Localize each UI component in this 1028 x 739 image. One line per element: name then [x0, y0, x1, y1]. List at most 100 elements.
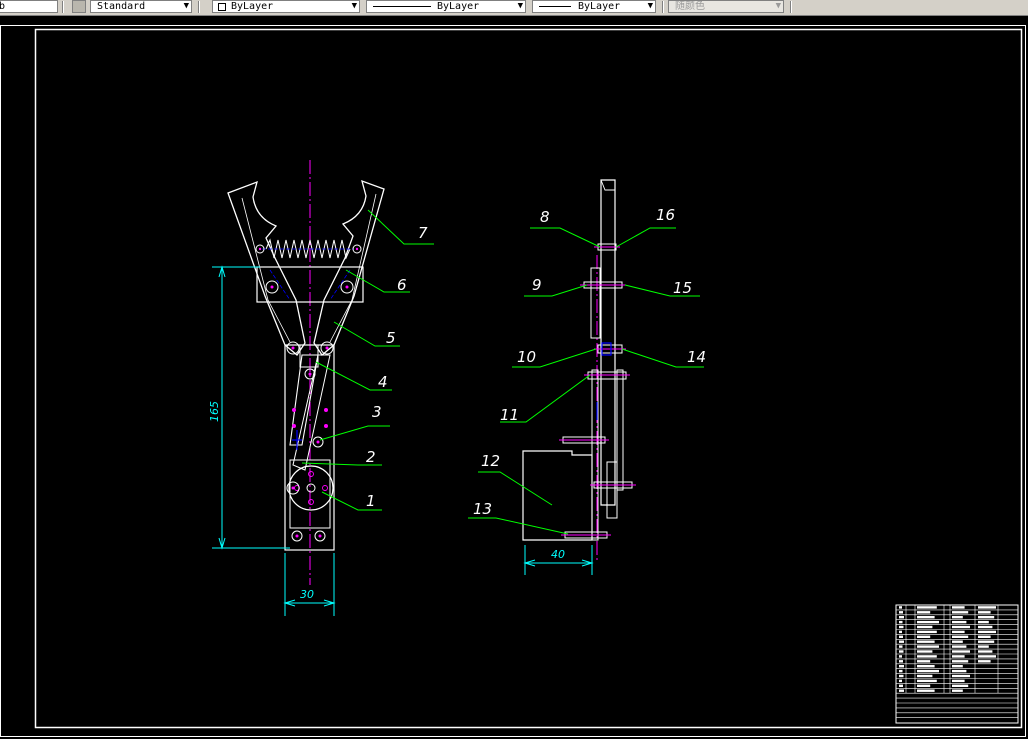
chevron-down-icon[interactable]: ▼ — [648, 1, 653, 12]
bom-entry-mark — [978, 635, 991, 638]
bom-entry-mark — [899, 630, 902, 634]
bom-entry-mark — [917, 660, 931, 663]
bom-entry-mark — [952, 606, 965, 609]
text-style-icon[interactable] — [72, 0, 86, 13]
bom-entry-mark — [978, 620, 989, 624]
part-label-13: 13 — [473, 500, 492, 518]
bom-entry-mark — [952, 669, 967, 673]
part-label-4: 4 — [378, 373, 388, 391]
part-label-3: 3 — [372, 403, 382, 421]
chevron-down-icon[interactable]: ▼ — [184, 1, 189, 12]
bom-entry-mark — [917, 679, 937, 683]
linetype-combo[interactable]: ByLayer ▼ — [366, 0, 526, 13]
side-plate-tip — [600, 179, 615, 191]
bom-entry-mark — [899, 684, 903, 687]
right-jaw-inner-edge — [329, 193, 377, 343]
bom-entry-mark — [978, 630, 996, 634]
front-view[interactable]: 1 2 3 4 5 6 7 165 30 — [208, 160, 434, 616]
bom-entry-mark — [952, 611, 969, 614]
bom-entry-mark — [899, 620, 903, 624]
color-swatch-icon — [218, 3, 226, 11]
right-jaw[interactable] — [313, 179, 385, 356]
toolbar-separator — [790, 1, 792, 13]
bom-entry-mark — [899, 645, 903, 648]
text-style-value: Standard — [97, 1, 146, 12]
side-link[interactable] — [590, 267, 601, 339]
dim-width-30: 30 — [300, 588, 314, 601]
bom-entry-mark — [978, 660, 991, 663]
bom-entry-mark — [917, 689, 935, 692]
linetype-sample-icon — [373, 6, 431, 7]
layer-color-combo[interactable]: ByLayer ▼ — [212, 0, 360, 13]
bom-entry-mark — [917, 674, 933, 678]
bom-entry-mark — [978, 645, 989, 648]
toolbar-separator — [62, 1, 64, 13]
bom-entry-mark — [899, 674, 904, 678]
bom-entry-mark — [952, 665, 963, 668]
chevron-down-icon[interactable]: ▼ — [352, 1, 357, 12]
drawing-canvas[interactable]: 1 2 3 4 5 6 7 165 30 8 9 10 11 12 13 14 … — [0, 15, 1028, 739]
side-leaders — [468, 227, 704, 535]
dim-style-value: b — [0, 1, 5, 12]
part-label-14: 14 — [687, 348, 706, 366]
bom-entry-mark — [899, 606, 902, 609]
bom-entry-mark — [899, 679, 902, 683]
part-label-7: 7 — [418, 224, 428, 242]
dim-style-combo[interactable]: b — [0, 0, 58, 13]
chevron-down-icon[interactable]: ▼ — [518, 1, 523, 12]
bom-entry-mark — [917, 669, 939, 673]
right-link-arm[interactable] — [292, 354, 331, 471]
bom-entry-mark — [952, 689, 963, 692]
bom-entry-mark — [952, 616, 963, 619]
bom-entry-mark — [917, 606, 937, 609]
part-label-1: 1 — [366, 492, 376, 510]
lineweight-combo[interactable]: ByLayer ▼ — [532, 0, 656, 13]
bom-entry-mark — [917, 611, 931, 614]
bom-entry-mark — [978, 625, 993, 629]
side-rear-link[interactable] — [616, 369, 624, 491]
bom-entry-mark — [899, 625, 904, 629]
bom-entry-mark — [952, 660, 969, 663]
bom-entry-mark — [952, 635, 969, 638]
bom-entry-mark — [917, 630, 937, 634]
bom-entry-mark — [917, 645, 939, 648]
front-bolts[interactable] — [255, 244, 362, 542]
plot-style-combo[interactable]: 随颜色 ▼ — [668, 0, 784, 13]
part-label-8: 8 — [540, 208, 550, 226]
bom-entry-mark — [917, 625, 933, 629]
title-block[interactable] — [895, 604, 1019, 724]
bom-entry-mark — [917, 655, 937, 658]
drive-gear[interactable] — [288, 465, 334, 511]
bom-entry-mark — [952, 674, 970, 678]
left-jaw[interactable] — [227, 180, 306, 356]
bom-entry-mark — [917, 640, 935, 643]
bom-entry-mark — [978, 655, 996, 658]
side-view[interactable]: 8 9 10 11 12 13 14 15 16 40 — [468, 179, 706, 575]
part-label-9: 9 — [532, 276, 542, 294]
part-label-11: 11 — [500, 406, 519, 424]
part-label-10: 10 — [517, 348, 536, 366]
bom-entry-mark — [899, 655, 902, 658]
bom-entry-mark — [952, 684, 969, 687]
bom-entry-mark — [952, 625, 970, 629]
properties-toolbar: b Standard ▼ ByLayer ▼ ByLayer ▼ ByLayer… — [0, 0, 1028, 16]
bom-entry-mark — [978, 616, 995, 619]
bom-entry-mark — [952, 645, 967, 648]
linetype-value: ByLayer — [437, 1, 480, 12]
chevron-down-icon[interactable]: ▼ — [776, 1, 781, 12]
part-label-16: 16 — [656, 206, 675, 224]
bom-entry-mark — [952, 650, 970, 653]
bom-entry-mark — [899, 665, 904, 668]
bom-entry-mark — [917, 620, 939, 624]
lineweight-sample-icon — [539, 6, 571, 7]
bom-entry-mark — [899, 611, 903, 614]
lineweight-value: ByLayer — [578, 1, 621, 12]
dim-height-165: 165 — [208, 401, 221, 422]
bom-entry-mark — [952, 630, 965, 634]
top-slider-block[interactable] — [299, 344, 319, 368]
bom-entry-mark — [978, 606, 996, 609]
bom-entry-mark — [899, 616, 904, 619]
bom-entry-mark — [899, 640, 904, 643]
text-style-combo[interactable]: Standard ▼ — [90, 0, 192, 13]
bom-entry-mark — [899, 669, 903, 673]
